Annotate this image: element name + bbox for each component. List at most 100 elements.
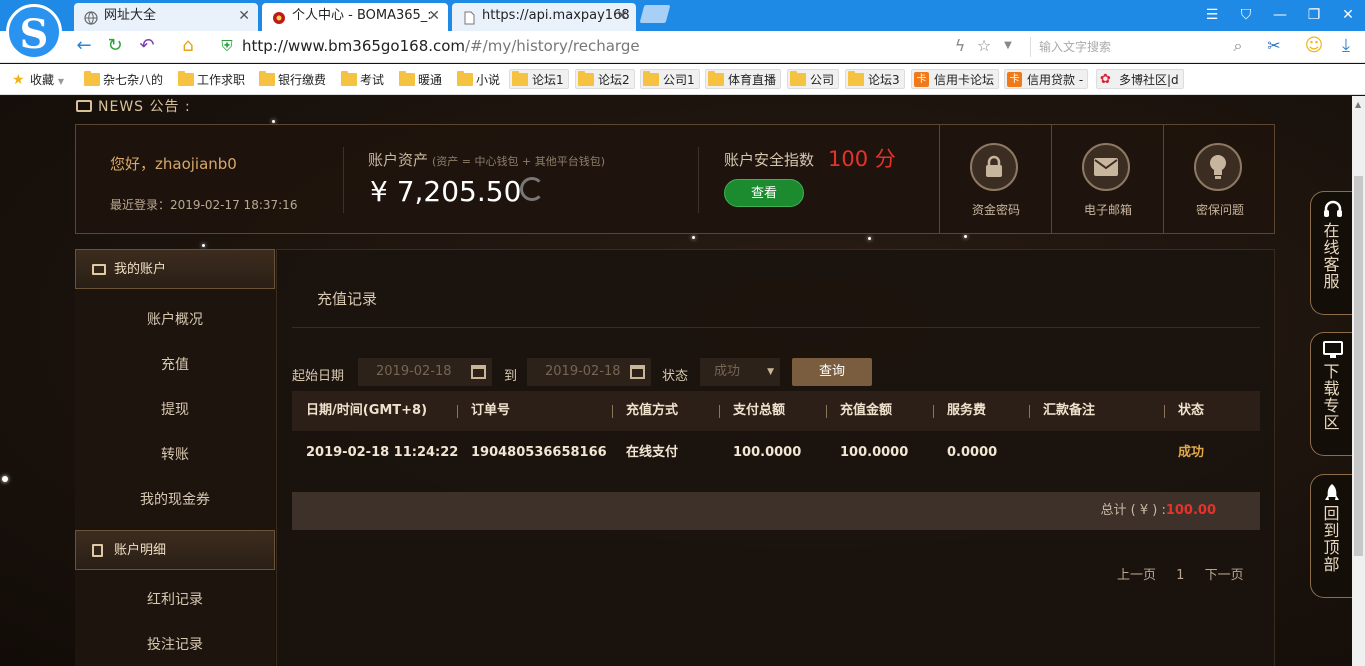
bookmark-folder[interactable]: 工作求职 bbox=[178, 70, 245, 90]
bookmark-link[interactable]: 卡信用卡论坛 bbox=[911, 69, 1000, 89]
bookmark-label: 银行缴费 bbox=[278, 73, 327, 87]
tab-1[interactable]: 个人中心 - BOMA365_: ✕ bbox=[262, 3, 448, 31]
sidebar-item-withdraw[interactable]: 提现 bbox=[75, 388, 275, 432]
bookmark-folder[interactable]: 论坛1 bbox=[509, 69, 569, 89]
close-icon[interactable]: ✕ bbox=[428, 3, 440, 29]
bookmark-folder[interactable]: 公司1 bbox=[640, 69, 700, 89]
column-header: 汇款备注 bbox=[1029, 391, 1095, 431]
decor-star bbox=[202, 244, 205, 247]
current-page[interactable]: 1 bbox=[1176, 568, 1184, 583]
section-label: 我的账户 bbox=[114, 262, 167, 277]
sidebar-item-bets[interactable]: 投注记录 bbox=[75, 623, 275, 666]
tab-0[interactable]: 网址大全 ✕ bbox=[74, 3, 258, 31]
tab-2[interactable]: https://api.maxpay168 ✕ bbox=[452, 3, 636, 31]
close-icon[interactable]: ✕ bbox=[238, 3, 250, 29]
divider bbox=[1164, 405, 1165, 418]
sidebar-item-bonus[interactable]: 红利记录 bbox=[75, 578, 275, 622]
bookmark-folder[interactable]: 公司 bbox=[787, 69, 840, 89]
close-icon[interactable]: ✕ bbox=[616, 3, 628, 29]
bookmark-folder[interactable]: 暖通 bbox=[399, 70, 442, 90]
download-icon[interactable]: ⤓ bbox=[1334, 34, 1358, 58]
bookmark-link[interactable]: ✿ 多博社区|d bbox=[1096, 69, 1184, 89]
column-header: 服务费 bbox=[933, 391, 987, 431]
divider bbox=[933, 405, 934, 418]
decor-star bbox=[2, 476, 8, 482]
tab-title: 网址大全 bbox=[104, 8, 157, 23]
bookmark-label: 杂七杂八的 bbox=[103, 73, 164, 87]
skin-icon[interactable]: ⛉ bbox=[1232, 3, 1260, 27]
star-icon[interactable]: ☆ bbox=[972, 34, 996, 58]
bookmark-folder[interactable]: 体育直播 bbox=[705, 69, 782, 89]
quick-fund-password[interactable]: 资金密码 bbox=[939, 125, 1051, 233]
sidebar-item-coupons[interactable]: 我的现金券 bbox=[75, 478, 275, 522]
pagination: 上一页 1 下一页 bbox=[1117, 564, 1260, 583]
page-scrollbar[interactable]: ▲ bbox=[1352, 96, 1365, 666]
site-icon bbox=[272, 9, 286, 24]
smiley-icon[interactable]: ☺ bbox=[1302, 34, 1326, 58]
browser-logo[interactable] bbox=[6, 4, 62, 60]
search-input[interactable]: 输入文字搜索 bbox=[1030, 37, 1250, 57]
status-label: 状态 bbox=[662, 369, 689, 384]
refresh-icon[interactable] bbox=[520, 177, 544, 201]
sidebar-item-transfer[interactable]: 转账 bbox=[75, 433, 275, 477]
sidebar-item-overview[interactable]: 账户概况 bbox=[75, 298, 275, 342]
url-host: http://www.bm365go168.com bbox=[242, 37, 466, 55]
sidebar-item-deposit[interactable]: 充值 bbox=[75, 343, 275, 387]
search-icon[interactable]: ⌕ bbox=[1226, 34, 1250, 58]
bookmark-label: 多博社区|d bbox=[1119, 73, 1179, 87]
undo-icon[interactable]: ↶ bbox=[135, 34, 159, 58]
minimize-button[interactable]: — bbox=[1266, 3, 1294, 27]
end-date-input[interactable]: 2019-02-18 bbox=[527, 358, 651, 386]
calendar-icon[interactable] bbox=[630, 365, 645, 379]
status-select[interactable]: 成功 ▼ bbox=[700, 358, 780, 386]
lightning-icon[interactable]: ϟ bbox=[948, 34, 972, 58]
scroll-up-icon[interactable]: ▲ bbox=[1355, 100, 1361, 109]
column-header-label: 服务费 bbox=[947, 403, 987, 418]
chevron-down-icon[interactable]: ▼ bbox=[996, 34, 1020, 58]
back-icon[interactable]: ← bbox=[72, 34, 96, 58]
bookmark-folder[interactable]: 小说 bbox=[457, 70, 500, 90]
close-window-button[interactable]: ✕ bbox=[1334, 3, 1362, 27]
home-icon[interactable]: ⌂ bbox=[176, 34, 200, 58]
scroll-thumb[interactable] bbox=[1354, 176, 1363, 556]
asset-label-text: 账户资产 bbox=[368, 151, 429, 169]
decor-star bbox=[964, 235, 967, 238]
quick-email[interactable]: 电子邮箱 bbox=[1051, 125, 1163, 233]
menu-icon[interactable]: ☰ bbox=[1198, 3, 1226, 27]
security-view-button[interactable]: 查看 bbox=[724, 179, 804, 207]
float-label: 回到顶部 bbox=[1323, 504, 1340, 574]
scissors-icon[interactable]: ✂ bbox=[1262, 34, 1286, 58]
cell-order-number: 190480536658166 bbox=[471, 445, 607, 460]
bookmark-folder[interactable]: 考试 bbox=[341, 70, 384, 90]
quick-security-question[interactable]: 密保问题 bbox=[1163, 125, 1275, 233]
next-page-link[interactable]: 下一页 bbox=[1205, 568, 1244, 583]
query-button[interactable]: 查询 bbox=[792, 358, 872, 386]
sidebar-section-my-account[interactable]: 我的账户 bbox=[75, 249, 275, 289]
online-service-button[interactable]: 在线客服 bbox=[1310, 191, 1352, 315]
back-to-top-button[interactable]: 回到顶部 bbox=[1310, 474, 1352, 598]
column-header-label: 充值方式 bbox=[626, 403, 679, 418]
bookmark-label: 暖通 bbox=[418, 73, 443, 87]
reload-icon[interactable]: ↻ bbox=[103, 34, 127, 58]
bookmark-folder[interactable]: 银行缴费 bbox=[259, 70, 326, 90]
new-tab-button[interactable] bbox=[639, 5, 671, 23]
calendar-icon[interactable] bbox=[471, 365, 486, 379]
bookmark-favorites[interactable]: ★ 收藏 ▼ bbox=[12, 70, 64, 90]
bookmark-folder[interactable]: 杂七杂八的 bbox=[84, 70, 163, 90]
bookmark-label: 论坛2 bbox=[598, 73, 630, 87]
lightbulb-icon bbox=[1194, 143, 1242, 191]
bookmark-link[interactable]: 卡信用贷款 - bbox=[1004, 69, 1089, 89]
card-icon: 卡 bbox=[914, 72, 929, 87]
bookmark-label: 信用贷款 - bbox=[1027, 73, 1084, 87]
calculator-icon bbox=[92, 544, 103, 557]
restore-button[interactable]: ❐ bbox=[1300, 3, 1328, 27]
bookmark-folder[interactable]: 论坛3 bbox=[845, 69, 905, 89]
prev-page-link[interactable]: 上一页 bbox=[1117, 568, 1156, 583]
sidebar-section-details[interactable]: 账户明细 bbox=[75, 530, 275, 570]
start-date-input[interactable]: 2019-02-18 bbox=[358, 358, 492, 386]
star-icon: ★ bbox=[12, 72, 25, 88]
download-zone-button[interactable]: 下载专区 bbox=[1310, 332, 1352, 456]
bookmark-folder[interactable]: 论坛2 bbox=[575, 69, 635, 89]
address-bar[interactable]: http://www.bm365go168.com/#/my/history/r… bbox=[242, 37, 640, 55]
folder-icon bbox=[848, 71, 864, 86]
